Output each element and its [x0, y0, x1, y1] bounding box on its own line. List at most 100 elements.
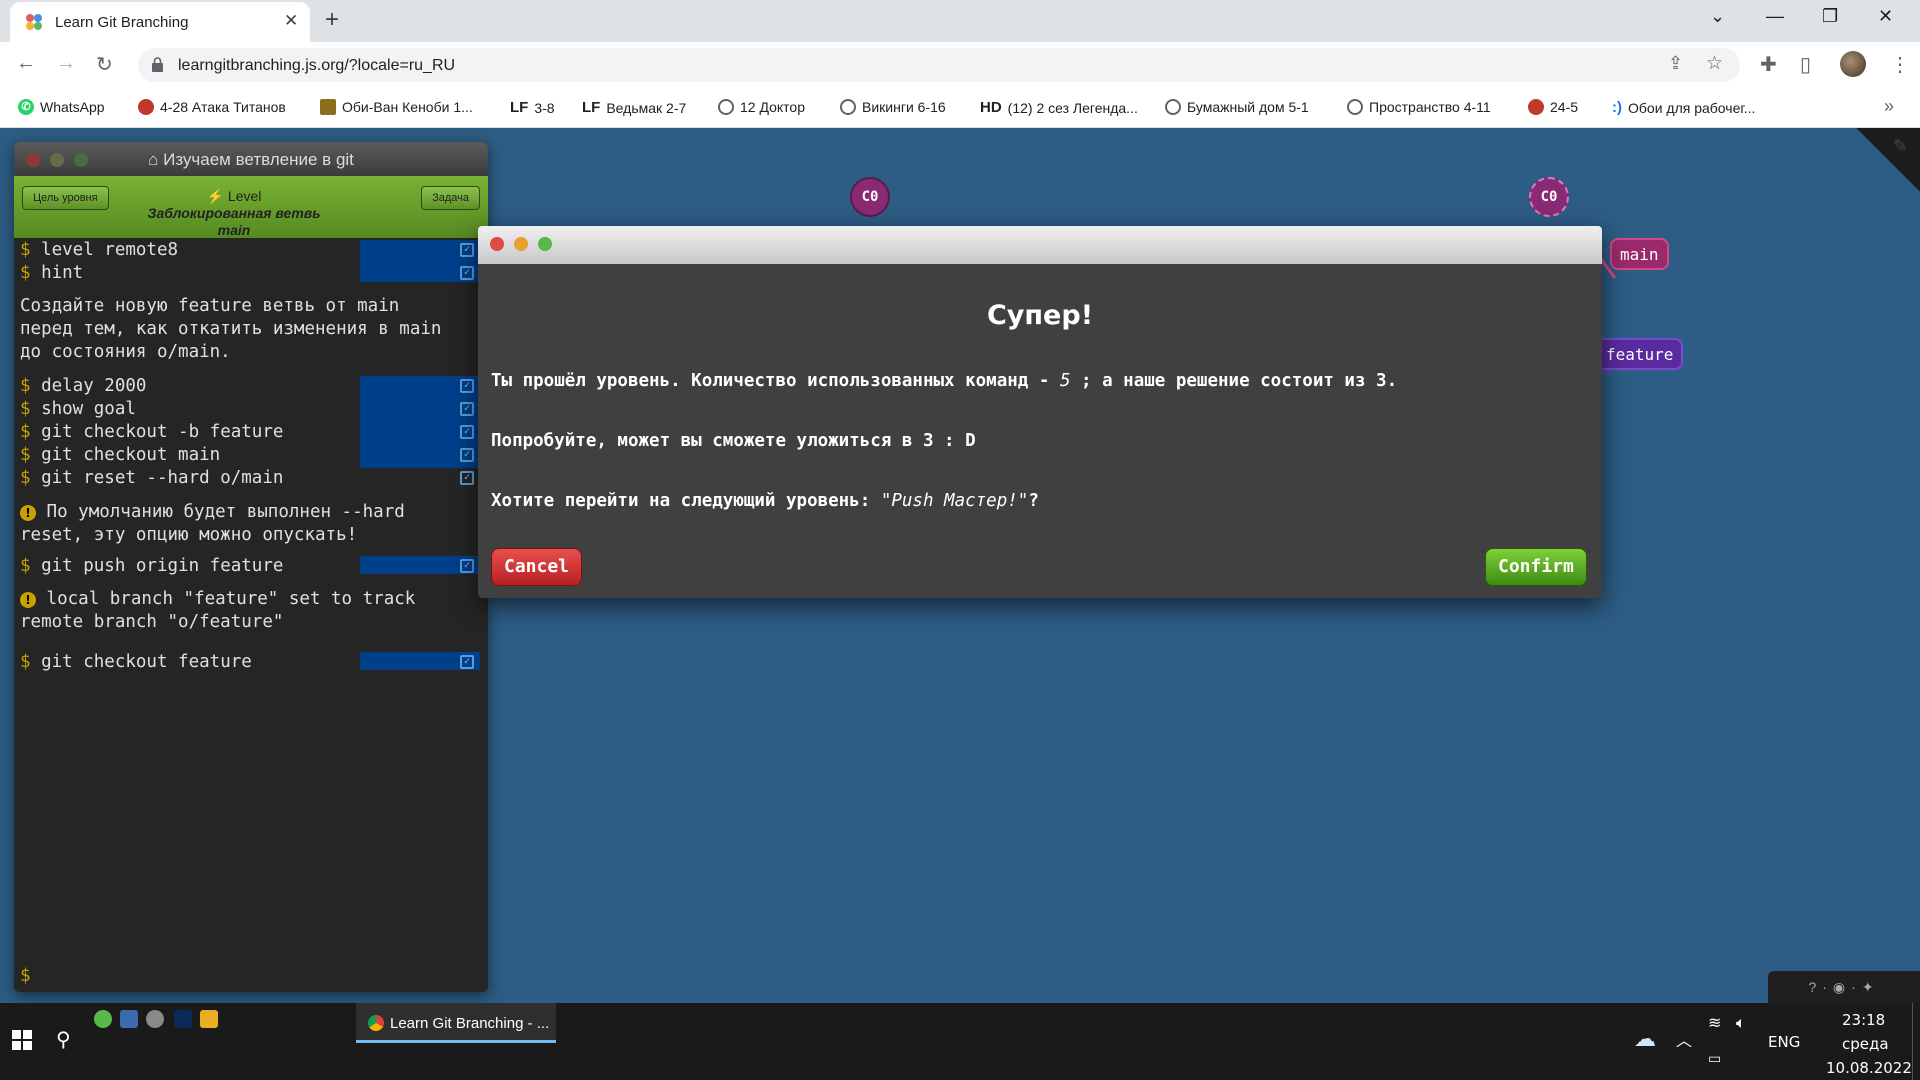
bookmark-label: Пространство 4-11	[1369, 99, 1491, 115]
check-icon: ✓	[460, 471, 474, 485]
clock-time[interactable]: 23:18	[1842, 1011, 1885, 1029]
git-favicon-icon	[26, 14, 42, 30]
minimize-dot-icon[interactable]	[514, 237, 528, 251]
new-tab-icon[interactable]: +	[325, 6, 339, 34]
check-icon: ✓	[460, 559, 474, 573]
tab-search-icon[interactable]: ⌄	[1710, 6, 1725, 27]
command-text: git checkout -b feature	[41, 422, 284, 442]
bookmark-star-icon[interactable]: ☆	[1706, 52, 1723, 75]
bookmark-label: Викинги 6-16	[862, 99, 946, 115]
taskbar-chrome-window[interactable]: Learn Git Branching - ...	[356, 1003, 556, 1043]
profile-avatar[interactable]	[1840, 51, 1866, 77]
warning-text: local branch "feature" set to track	[46, 589, 416, 609]
warning-text: По умолчанию будет выполнен --hard	[46, 502, 405, 522]
windows-start-icon[interactable]	[12, 1030, 32, 1050]
onedrive-icon[interactable]: ☁	[1634, 1027, 1656, 1052]
bookmark-vikings[interactable]: Викинги 6-16	[840, 99, 946, 115]
next-level-name: "Push Мастер!"	[880, 491, 1029, 511]
level-complete-dialog: Супер! Ты прошёл уровень. Количество исп…	[478, 226, 1602, 598]
forward-icon[interactable]: →	[56, 52, 76, 75]
globe-icon	[1165, 99, 1181, 115]
help-icon[interactable]: ?	[1808, 979, 1822, 995]
dialog-text-result: Ты прошёл уровень. Количество использова…	[491, 371, 1397, 391]
goal-button[interactable]: Цель уровня	[22, 186, 109, 210]
bookmark-aot[interactable]: 4-28 Атака Титанов	[138, 99, 286, 115]
command-text: git push origin feature	[41, 556, 284, 576]
bookmark-doctor[interactable]: 12 Доктор	[718, 99, 805, 115]
tab-close-icon[interactable]: ✕	[284, 11, 298, 31]
bookmark-expanse[interactable]: Пространство 4-11	[1347, 99, 1491, 115]
globe-icon	[718, 99, 734, 115]
command-prompt[interactable]: $	[20, 966, 31, 986]
minimize-icon[interactable]: —	[1766, 6, 1784, 27]
commit-node-c0-remote[interactable]: C0	[1529, 177, 1569, 217]
dialog-titlebar	[478, 226, 1602, 264]
bookmarks-bar: ✆ WhatsApp 4-28 Атака Титанов Оби-Ван Ке…	[0, 88, 1920, 128]
check-icon: ✓	[460, 425, 474, 439]
bookmark-money-heist[interactable]: Бумажный дом 5-1	[1165, 99, 1309, 115]
search-icon[interactable]: ⚲	[56, 1027, 71, 1051]
address-bar[interactable]: learngitbranching.js.org/?locale=ru_RU ⇪…	[138, 48, 1740, 82]
command-count: 5	[1059, 371, 1071, 391]
command-text: delay 2000	[41, 376, 147, 396]
check-icon: ✓	[460, 655, 474, 669]
share-icon[interactable]: ⇪	[1668, 53, 1683, 74]
show-desktop-button[interactable]	[1912, 1003, 1920, 1080]
side-panel-icon[interactable]: ▯	[1800, 52, 1811, 77]
commit-node-c0[interactable]: C0	[850, 177, 890, 217]
clock-date[interactable]: 10.08.2022	[1826, 1059, 1912, 1077]
text-segment: Ты прошёл уровень. Количество использова…	[491, 371, 1060, 391]
photoshop-icon[interactable]	[174, 1010, 192, 1028]
zoom-dot-icon[interactable]	[538, 237, 552, 251]
branch-tag-main[interactable]: main	[1610, 238, 1669, 270]
confirm-button[interactable]: Confirm	[1485, 548, 1587, 586]
hd-icon: HD	[980, 99, 1002, 116]
command-line: $ show goal	[20, 399, 136, 419]
volume-icon[interactable]: 🔈︎	[1736, 1013, 1746, 1033]
level-bar: Цель уровня ⚡ Level Заблокированная ветв…	[14, 176, 488, 238]
lock-icon	[152, 57, 163, 72]
close-window-icon[interactable]: ✕	[1878, 6, 1893, 27]
check-icon: ✓	[460, 379, 474, 393]
bookmark-label: Бумажный дом 5-1	[1187, 99, 1309, 115]
bookmark-legend[interactable]: HD (12) 2 сез Легенда...	[980, 99, 1138, 116]
clock-day[interactable]: среда	[1842, 1035, 1889, 1053]
bookmark-wallpapers[interactable]: :) Обои для рабочег...	[1612, 99, 1755, 116]
close-dot-icon[interactable]	[490, 237, 504, 251]
tray-expand-icon[interactable]: ︿	[1676, 1027, 1692, 1051]
app-icon[interactable]	[200, 1010, 218, 1028]
command-line: $ delay 2000	[20, 376, 147, 396]
bookmark-obiwan[interactable]: Оби-Ван Кеноби 1...	[320, 99, 473, 115]
globe-icon[interactable]: ◉	[1833, 979, 1851, 995]
branch-tag-feature[interactable]: feature	[1596, 338, 1684, 370]
lf-icon: LF	[510, 99, 529, 116]
dialog-body: Супер! Ты прошёл уровень. Количество исп…	[478, 264, 1602, 598]
bookmarks-more-icon[interactable]: »	[1884, 96, 1894, 117]
terminal-titlebar: ⌂ Изучаем ветвление в git	[14, 142, 488, 176]
reload-icon[interactable]: ↻	[96, 52, 113, 77]
app-icon[interactable]	[120, 1010, 138, 1028]
bookmark-whatsapp[interactable]: ✆ WhatsApp	[18, 99, 105, 115]
extensions-icon[interactable]: ✚	[1760, 52, 1777, 77]
bookmark-label: 24-5	[1550, 99, 1579, 115]
task-button[interactable]: Задача	[421, 186, 480, 210]
language-indicator[interactable]: ENG	[1768, 1033, 1800, 1051]
anime-icon	[138, 99, 154, 115]
cancel-button[interactable]: Cancel	[491, 548, 583, 586]
command-text: git reset --hard o/main	[41, 468, 284, 488]
bookmark-24-5[interactable]: 24-5	[1528, 99, 1578, 115]
chart-icon	[320, 99, 336, 115]
app-icon[interactable]	[146, 1010, 164, 1028]
bookmark-witcher[interactable]: LF Ведьмак 2-7	[582, 99, 686, 116]
twitter-icon[interactable]: ✦	[1862, 979, 1880, 995]
menu-icon[interactable]: ⋮	[1890, 52, 1910, 77]
bookmark-label: 12 Доктор	[740, 99, 805, 115]
command-text: git checkout main	[41, 445, 221, 465]
back-icon[interactable]: ←	[16, 52, 36, 75]
utorrent-icon[interactable]	[94, 1010, 112, 1028]
restore-icon[interactable]: ❐	[1822, 6, 1838, 27]
browser-tab[interactable]: Learn Git Branching ✕	[10, 2, 310, 42]
network-icon[interactable]: ≋	[1708, 1013, 1721, 1032]
battery-icon[interactable]: ▭	[1708, 1051, 1721, 1067]
bookmark-lf-3-8[interactable]: LF 3-8	[510, 99, 555, 116]
